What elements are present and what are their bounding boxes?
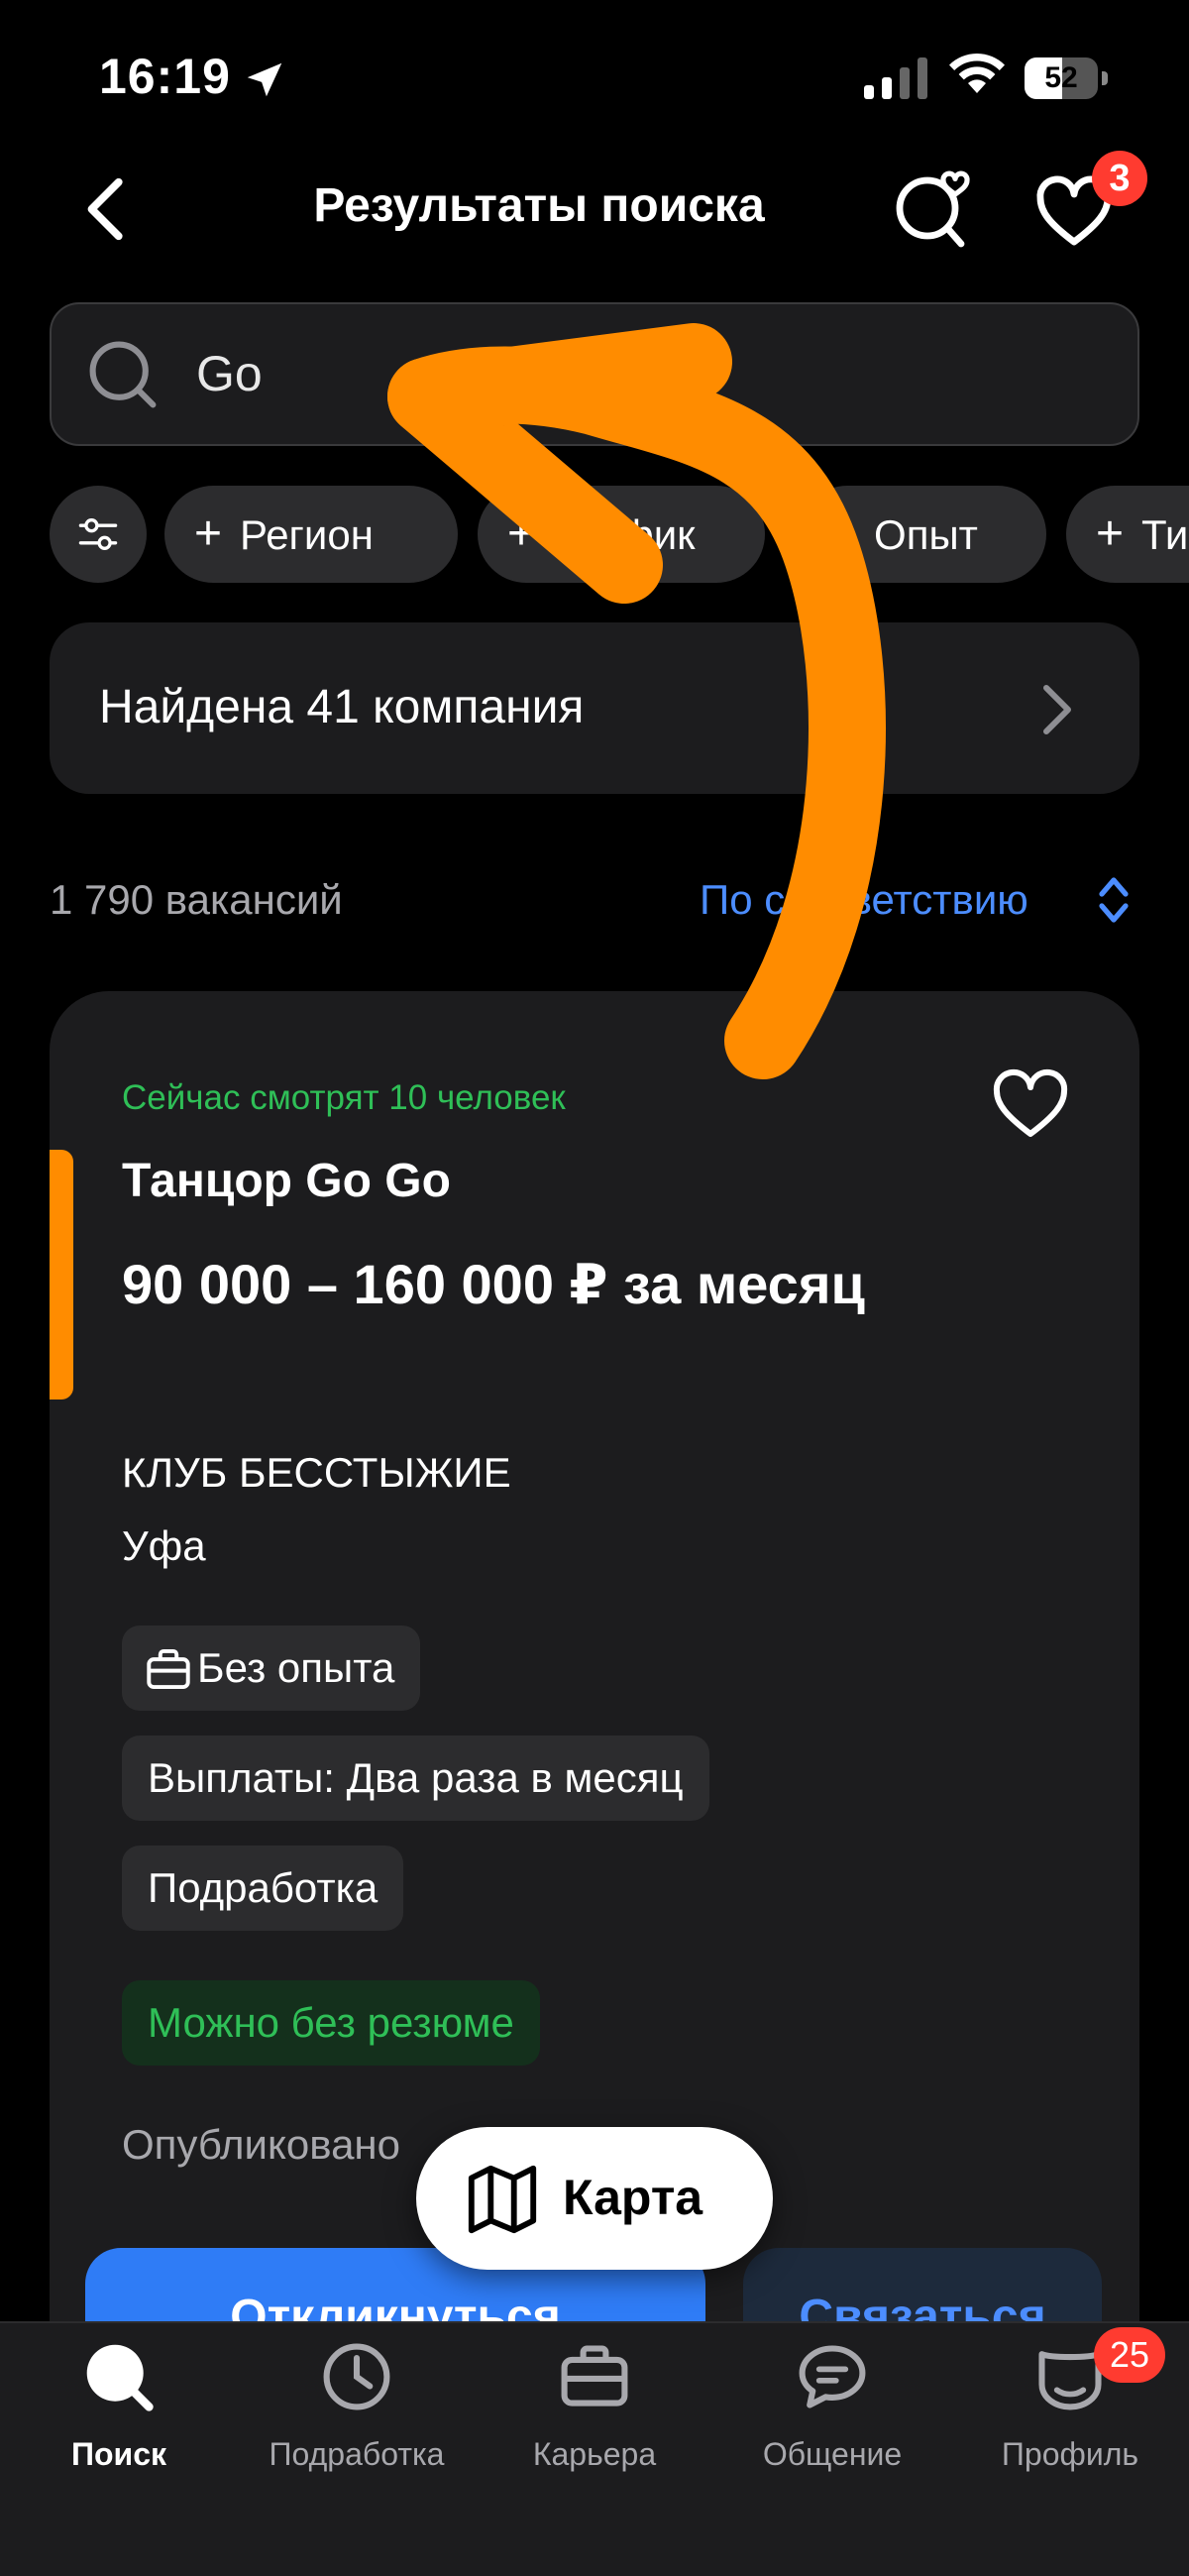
tab-label: Карьера [532,2436,657,2472]
battery-indicator: 52 [1025,57,1108,99]
chat-icon [799,2345,866,2408]
tab-label: Профиль [1001,2436,1139,2472]
filter-sliders-icon [78,518,118,550]
tab-career[interactable]: Карьера [476,2321,713,2520]
briefcase-icon [147,1648,190,1690]
vacancy-salary: 90 000 – 160 000 ₽ за месяц [122,1253,865,1315]
vacancies-count: 1 790 вакансий [50,876,343,923]
battery-level: 52 [1044,61,1078,94]
tab-messages[interactable]: Общение [713,2321,951,2520]
search-icon [86,2344,154,2411]
tab-search[interactable]: Поиск [0,2321,238,2520]
sort-chevrons-icon[interactable] [1096,872,1132,928]
company-name: КЛУБ БЕССТЫЖИЕ [122,1449,511,1496]
cellular-signal-icon [864,57,933,99]
search-query[interactable]: Go [196,345,263,402]
chip-label: Тип [1141,511,1189,558]
wifi-icon [949,54,1005,93]
tag-part-time: Подработка [122,1846,404,1931]
profile-badge: 25 [1094,2327,1165,2383]
vacancy-city: Уфа [122,1522,206,1569]
vacancy-accent-bar [50,1150,73,1400]
tag-payouts: Выплаты: Два раза в месяц [122,1736,709,1821]
tab-label: Поиск [70,2436,167,2472]
filters-button[interactable] [50,486,147,583]
viewers-label: Сейчас смотрят 10 человек [122,1078,566,1117]
chip-label: График [553,511,696,558]
plus-icon: + [1096,507,1125,560]
tab-part-time[interactable]: Подработка [238,2321,476,2520]
chip-region[interactable]: + Регион [164,486,458,583]
plus-icon: + [507,507,536,560]
chip-label: Опыт [874,511,978,558]
sort-selector[interactable]: По соответствию [700,876,1028,924]
chip-label: Регион [240,511,374,558]
tab-label: Общение [762,2436,903,2472]
companies-found-label: Найдена 41 компания [99,681,585,733]
map-icon [468,2165,537,2234]
vacancy-title[interactable]: Танцор Go Go [122,1154,451,1208]
tag-label: Без опыта [197,1644,395,1691]
tab-label: Подработка [269,2436,445,2472]
saved-searches-button[interactable] [892,167,975,250]
favorites-badge: 3 [1092,151,1147,206]
published-date: Опубликовано [122,2121,400,2168]
chip-experience[interactable]: + Опыт [799,486,1046,583]
tag-no-resume: Можно без резюме [122,1980,540,2066]
search-icon [89,341,157,408]
clock-icon [323,2343,390,2410]
plus-icon: + [194,507,223,560]
status-time: 16:19 [99,49,231,104]
chip-type[interactable]: + Тип [1066,486,1189,583]
map-label: Карта [563,2170,703,2225]
chevron-right-icon [1043,685,1071,734]
tag-experience: Без опыта [122,1625,421,1711]
chip-schedule[interactable]: + График [478,486,765,583]
location-arrow-icon [247,62,282,97]
plus-icon: + [828,507,857,560]
briefcase-icon [561,2345,628,2407]
favorite-heart-icon[interactable] [991,1068,1070,1140]
